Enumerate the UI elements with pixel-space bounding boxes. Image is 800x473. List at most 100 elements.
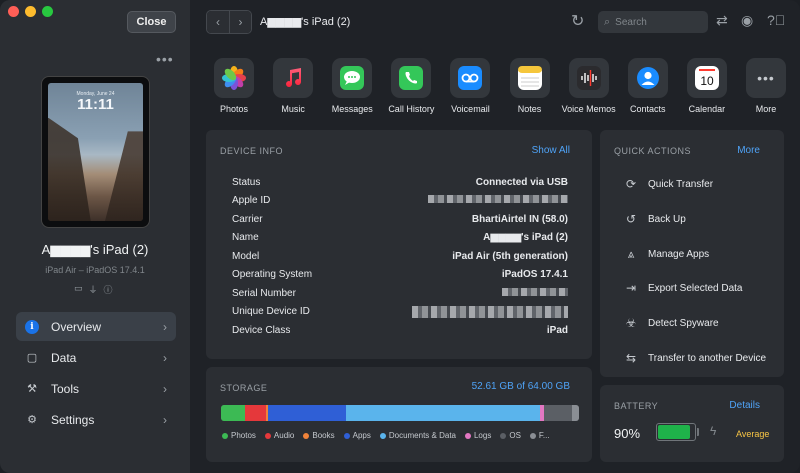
quick-action-export[interactable]: ⇥ Export Selected Data [622, 276, 784, 300]
refresh-icon[interactable]: ↻ [571, 11, 584, 31]
app-label: Messages [331, 104, 373, 114]
transfer-icon: ⟳ [625, 177, 637, 191]
info-key: Apple ID [232, 195, 271, 206]
sidebar-item-settings[interactable]: ⚙ Settings › [16, 405, 176, 434]
sidebar-item-overview[interactable]: i Overview › [16, 312, 176, 341]
redacted-value [502, 288, 568, 296]
device-info-panel: DEVICE INFO Show All Status Connected vi… [206, 130, 592, 359]
legend-label: Documents & Data [388, 431, 456, 440]
sidebar-item-label: Overview [51, 319, 102, 334]
apps-icon: ⩓ [627, 246, 635, 261]
device-name: A▆▆▆▆'s iPad (2) [41, 242, 149, 257]
sidebar-item-data[interactable]: ▢ Data › [16, 343, 176, 372]
app-photos[interactable]: Photos [206, 58, 262, 114]
app-window: Close ••• Monday, June 24 11:11 A▆▆▆▆'s … [0, 0, 800, 473]
lock-screen-preview: Monday, June 24 11:11 [48, 83, 143, 221]
close-button[interactable]: Close [127, 11, 176, 33]
biohazard-icon: ☣ [625, 316, 637, 330]
storage-segment-audio [244, 405, 267, 421]
app-music[interactable]: Music [265, 58, 321, 114]
close-window-button[interactable] [8, 6, 19, 17]
forward-button[interactable]: › [229, 11, 251, 33]
app-notes[interactable]: Notes [502, 58, 558, 114]
legend-label: Books [312, 431, 335, 440]
more-icon: ••• [745, 58, 786, 98]
storage-legend-item: Logs [464, 431, 492, 440]
legend-swatch [222, 432, 228, 439]
minimize-window-button[interactable] [25, 6, 36, 17]
info-value: Connected via USB [475, 177, 568, 188]
storage-legend-item: Books [303, 431, 335, 440]
legend-swatch [379, 432, 386, 439]
quick-action-detect-spyware[interactable]: ☣ Detect Spyware [622, 311, 784, 335]
app-call-history[interactable]: Call History [383, 58, 439, 114]
show-all-link[interactable]: Show All [532, 145, 570, 156]
battery-level-bar [656, 423, 696, 441]
storage-segment-os [543, 405, 573, 421]
quick-actions-panel: QUICK ACTIONS More ⟳ Quick Transfer ↺ Ba… [600, 130, 784, 377]
info-value: iPad Air (5th generation) [452, 251, 568, 262]
device-subtitle: iPad Air – iPadOS 17.4.1 [45, 265, 145, 275]
lock-screen-time: 11:11 [77, 96, 114, 113]
sidebar-item-tools[interactable]: ⚒ Tools › [16, 374, 176, 403]
battery-panel: BATTERY Details 90% ϟ Average [600, 385, 784, 462]
legend-label: Logs [473, 431, 492, 440]
device-transfer-icon: ⇆ [625, 351, 637, 365]
app-more[interactable]: ••• More [738, 58, 794, 114]
search-box[interactable]: ⌕ [598, 11, 708, 33]
info-value: A▆▆▆▆'s iPad (2) [483, 232, 568, 243]
transfer-arrows-icon[interactable]: ⇄ [716, 12, 728, 29]
charging-bolt-icon: ϟ [710, 424, 717, 438]
chevron-right-icon: › [163, 350, 167, 365]
category-apps-row: Photos Music Messages Call History Voice… [206, 58, 794, 114]
app-voice-memos[interactable]: Voice Memos [561, 58, 617, 114]
info-small-icon[interactable]: ⓘ [104, 283, 113, 296]
storage-summary[interactable]: 52.61 GB of 64.00 GB [472, 381, 570, 392]
battery-health: Average [736, 429, 770, 439]
info-value: BhartiAirtel IN (58.0) [471, 214, 568, 225]
help-icon[interactable]: ?⃝ [767, 12, 785, 28]
quick-action-label: Detect Spyware [648, 317, 719, 329]
zoom-window-button[interactable] [42, 6, 53, 17]
legend-swatch [343, 432, 350, 439]
app-voicemail[interactable]: Voicemail [442, 58, 498, 114]
voice-memos-icon [568, 58, 609, 98]
chevron-right-icon: › [163, 381, 167, 396]
battery-tip [697, 428, 699, 436]
quick-action-label: Manage Apps [648, 248, 710, 260]
voicemail-icon [450, 58, 491, 98]
music-icon [273, 58, 314, 98]
more-link[interactable]: More [737, 145, 760, 156]
info-row-model: Model iPad Air (5th generation) [232, 251, 568, 269]
battery-heading: BATTERY [614, 401, 659, 411]
search-input[interactable] [615, 16, 696, 28]
account-icon[interactable]: ◉ [741, 12, 753, 29]
app-contacts[interactable]: Contacts [620, 58, 676, 114]
battery-details-link[interactable]: Details [729, 400, 760, 411]
notes-icon [509, 58, 550, 98]
sidebar: Close ••• Monday, June 24 11:11 A▆▆▆▆'s … [0, 0, 190, 473]
storage-legend-item: Documents & Data [379, 431, 456, 440]
quick-action-label: Back Up [648, 213, 686, 225]
contacts-icon [627, 58, 668, 98]
back-button[interactable]: ‹ [207, 11, 229, 33]
quick-action-back-up[interactable]: ↺ Back Up [622, 207, 784, 231]
quick-action-transfer-device[interactable]: ⇆ Transfer to another Device [622, 346, 784, 370]
quick-action-manage-apps[interactable]: ⩓ Manage Apps [622, 242, 784, 266]
sidebar-item-label: Data [51, 350, 77, 365]
photos-icon [214, 58, 254, 98]
square-icon: ▢ [26, 352, 38, 364]
app-label: Contacts [630, 104, 666, 114]
app-label: More [755, 104, 777, 114]
quick-action-quick-transfer[interactable]: ⟳ Quick Transfer [622, 172, 784, 196]
app-calendar[interactable]: 10 Calendar [679, 58, 735, 114]
app-label: Notes [517, 104, 542, 114]
legend-label: OS [509, 431, 521, 440]
app-label: Call History [388, 104, 435, 114]
app-messages[interactable]: Messages [324, 58, 380, 114]
app-label: Voice Memos [561, 104, 616, 114]
chevron-right-icon: › [163, 319, 167, 334]
more-options-icon[interactable]: ••• [156, 51, 174, 67]
backup-icon: ↺ [625, 212, 637, 226]
quick-action-label: Quick Transfer [648, 178, 714, 190]
